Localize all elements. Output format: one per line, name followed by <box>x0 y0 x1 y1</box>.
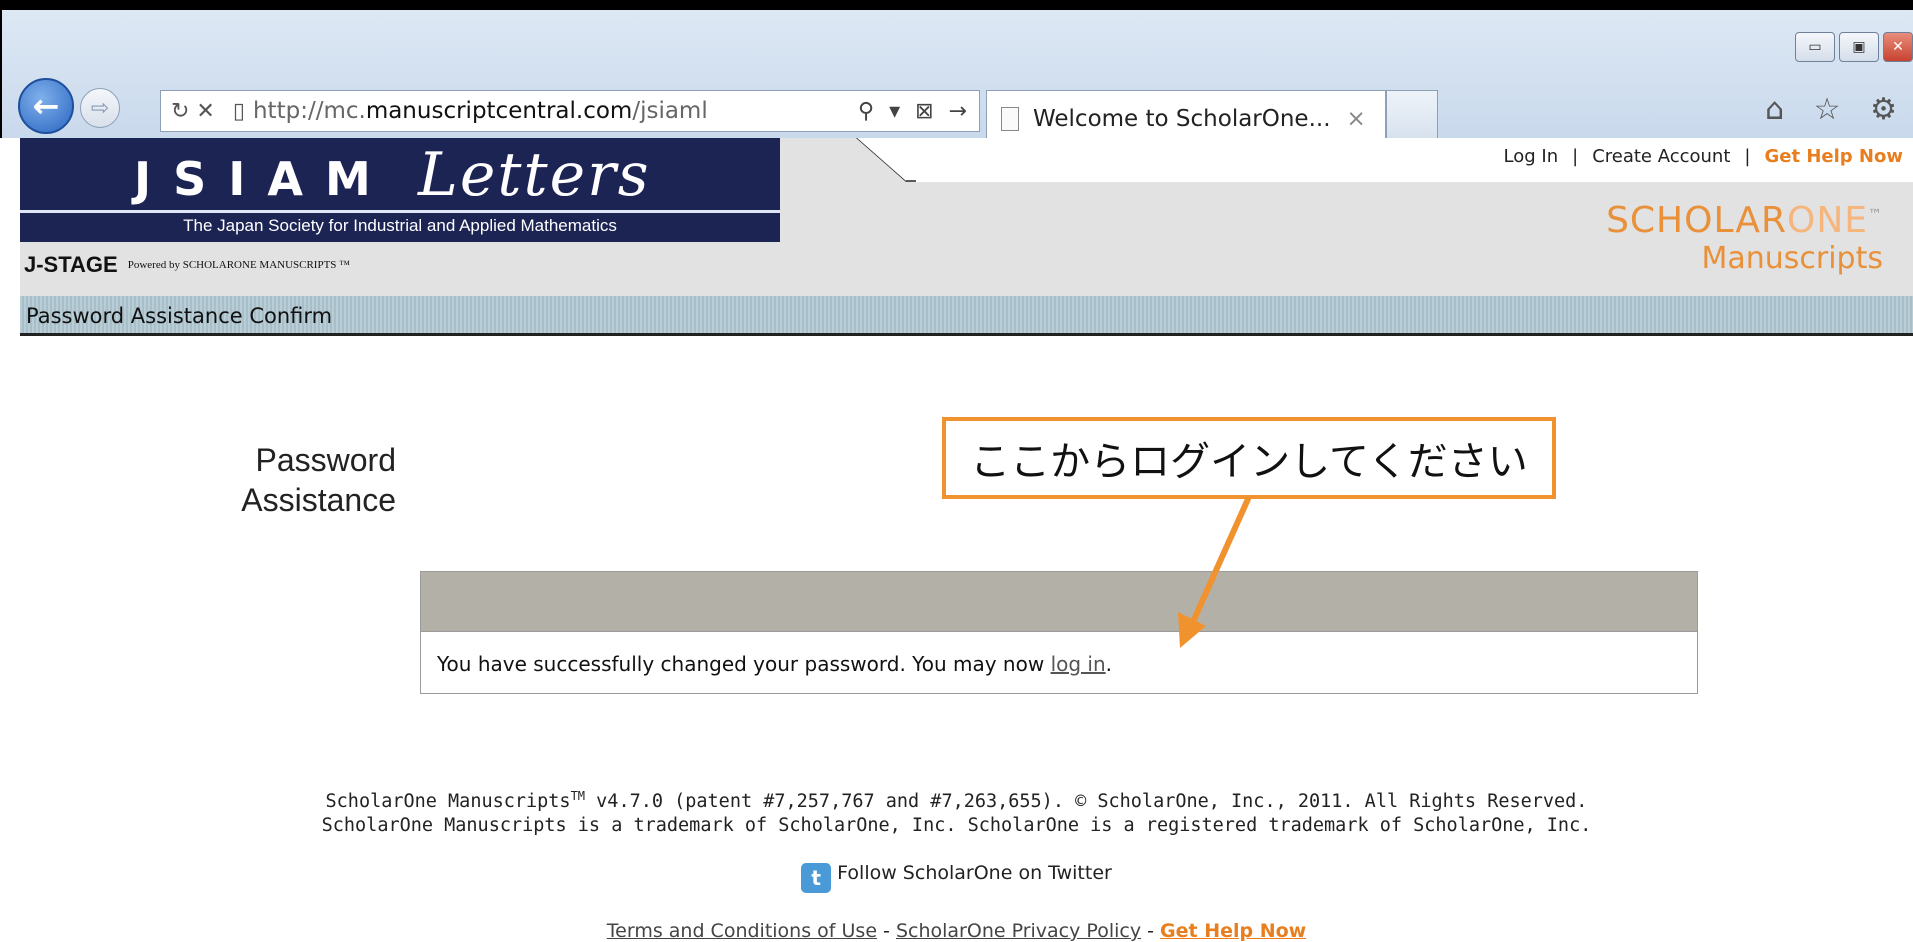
page-icon: ▯ <box>232 98 245 124</box>
journal-banner[interactable]: JSIAM Letters The Japan Society for Indu… <box>20 138 780 242</box>
banner-subtitle: The Japan Society for Industrial and App… <box>183 216 617 235</box>
back-button[interactable]: ← <box>18 78 74 134</box>
scholarone-logo: SCHOLARONE™ Manuscripts <box>1606 200 1883 276</box>
confirmation-message: You have successfully changed your passw… <box>437 652 1112 676</box>
address-tools-icons[interactable]: ⚲ ▾ ⊠ → <box>858 99 971 124</box>
minimize-button[interactable]: ▭ <box>1795 32 1835 62</box>
tab-close-icon[interactable]: × <box>1347 106 1366 132</box>
twitter-link[interactable]: Follow ScholarOne on Twitter <box>837 862 1112 884</box>
browser-chrome: ▭ ▣ ✕ ← ⇨ ↻ ✕ ▯ http://mc.manuscriptcent… <box>0 0 1913 146</box>
powered-by-text: Powered by SCHOLARONE MANUSCRIPTS ™ <box>127 259 350 271</box>
logo-tm: ™ <box>1868 207 1883 223</box>
tab-title: Welcome to ScholarOne... <box>1033 105 1331 132</box>
close-window-button[interactable]: ✕ <box>1883 32 1913 62</box>
footer-links: Terms and Conditions of Use - ScholarOne… <box>0 920 1913 942</box>
jstage-logo: J-STAGE Powered by SCHOLARONE MANUSCRIPT… <box>24 252 350 278</box>
jstage-text: J-STAGE <box>24 252 118 277</box>
create-account-link[interactable]: Create Account <box>1592 146 1730 167</box>
tab-diagonal <box>856 138 916 182</box>
link-separator: | <box>1572 146 1579 167</box>
forward-button[interactable]: ⇨ <box>80 88 120 128</box>
confirmation-panel: You have successfully changed your passw… <box>420 571 1698 694</box>
banner-letters: Letters <box>418 140 651 210</box>
header-area: JSIAM Letters The Japan Society for Indu… <box>20 138 1913 296</box>
footer-copyright: ScholarOne ManuscriptsTM v4.7.0 (patent … <box>321 789 1592 837</box>
browser-window: ▭ ▣ ✕ ← ⇨ ↻ ✕ ▯ http://mc.manuscriptcent… <box>0 0 1913 942</box>
log-in-link[interactable]: log in <box>1051 652 1106 676</box>
footer-help-link[interactable]: Get Help Now <box>1160 920 1306 942</box>
site-header: JSIAM Letters The Japan Society for Indu… <box>20 138 1913 336</box>
reload-stop-icons[interactable]: ↻ ✕ <box>171 99 215 124</box>
forward-arrow-icon: ⇨ <box>90 95 110 121</box>
header-links: Log In | Create Account | Get Help Now <box>1504 146 1903 167</box>
address-bar[interactable]: ↻ ✕ ▯ http://mc.manuscriptcentral.com/js… <box>160 90 980 132</box>
panel-header <box>421 572 1697 632</box>
annotation-callout: ここからログインしてください <box>942 417 1556 499</box>
login-link[interactable]: Log In <box>1504 146 1559 167</box>
twitter-follow[interactable]: t Follow ScholarOne on Twitter <box>0 862 1913 893</box>
banner-divider <box>20 210 780 213</box>
new-tab-button[interactable] <box>1386 90 1438 142</box>
maximize-button[interactable]: ▣ <box>1839 32 1879 62</box>
get-help-now-link[interactable]: Get Help Now <box>1764 146 1903 167</box>
window-controls: ▭ ▣ ✕ <box>1795 32 1913 62</box>
banner-jsiam: JSIAM <box>134 152 393 206</box>
link-dash: - <box>1141 920 1161 942</box>
url-text[interactable]: http://mc.manuscriptcentral.com/jsiaml <box>253 98 708 124</box>
terms-link[interactable]: Terms and Conditions of Use <box>607 920 877 942</box>
privacy-link[interactable]: ScholarOne Privacy Policy <box>896 920 1141 942</box>
page-title: Password Assistance <box>241 442 396 518</box>
home-favorites-tools-icons[interactable]: ⌂ ☆ ⚙ <box>1765 92 1907 127</box>
page-title-bar: Password Assistance Confirm <box>20 296 1913 336</box>
logo-one: ONE <box>1786 200 1868 241</box>
twitter-icon[interactable]: t <box>801 863 832 893</box>
link-dash: - <box>877 920 896 942</box>
link-separator: | <box>1744 146 1751 167</box>
logo-manuscripts: Manuscripts <box>1701 241 1883 276</box>
back-arrow-icon: ← <box>32 87 60 125</box>
logo-scholar: SCHOLAR <box>1606 200 1787 241</box>
tab-page-icon <box>1001 106 1019 131</box>
top-links-tab: Log In | Create Account | Get Help Now <box>856 138 1913 182</box>
